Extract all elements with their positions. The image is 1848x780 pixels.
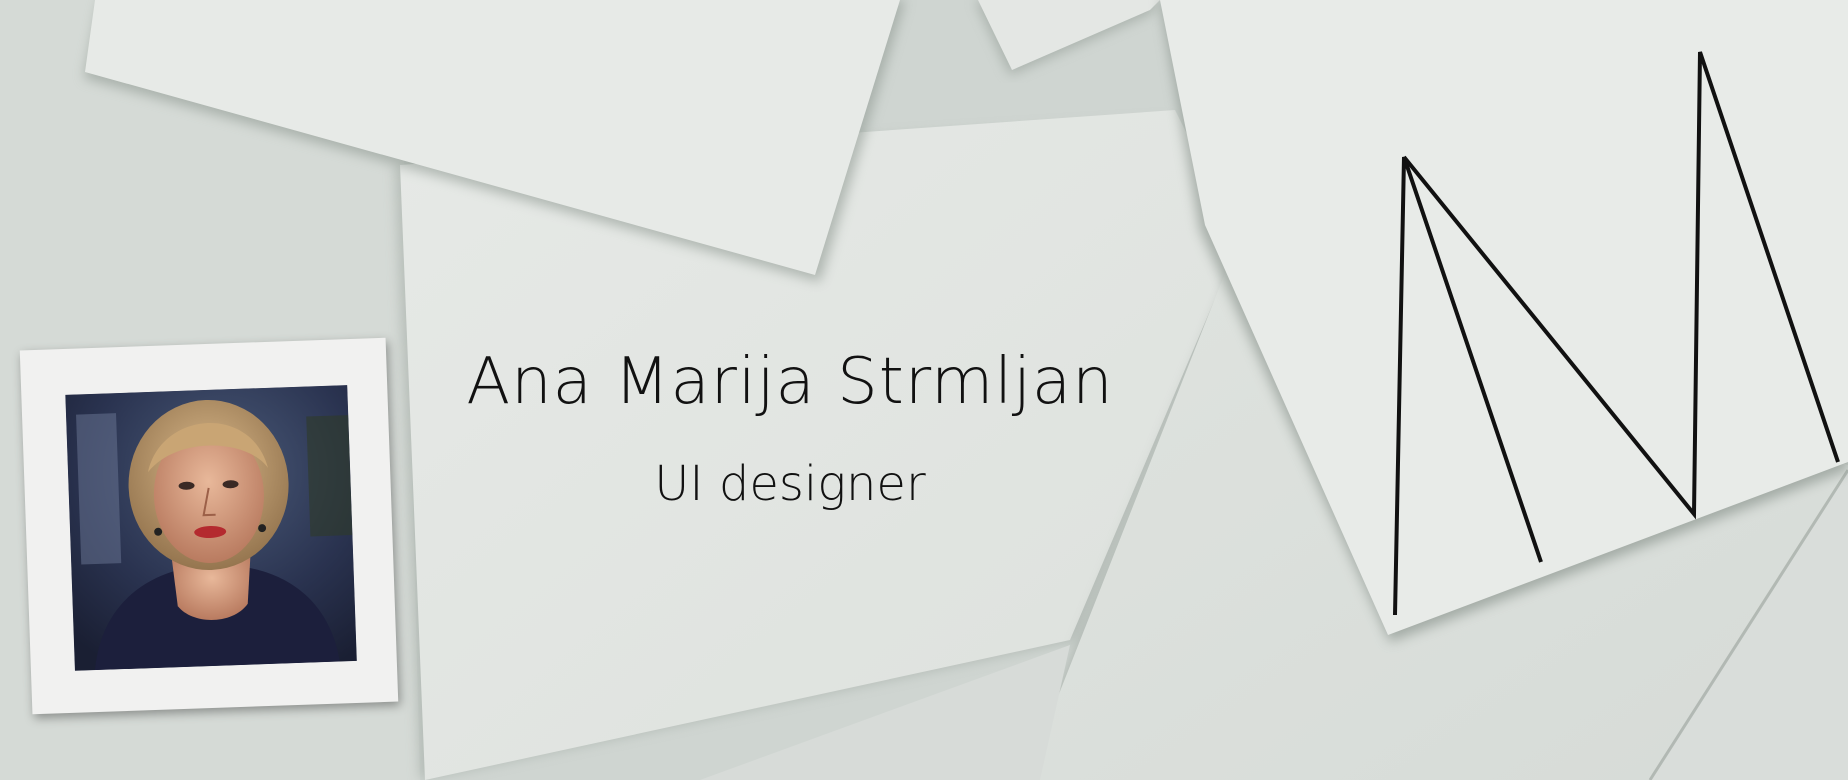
hero-title-block: Ana Marija Strmljan UI designer <box>430 340 1150 520</box>
person-role: UI designer <box>654 456 926 512</box>
person-name: Ana Marija Strmljan <box>466 345 1114 419</box>
profile-photo <box>65 385 357 671</box>
hero-banner: Ana Marija Strmljan UI designer <box>0 0 1848 780</box>
portrait-icon <box>65 385 357 671</box>
profile-photo-frame <box>19 337 399 715</box>
